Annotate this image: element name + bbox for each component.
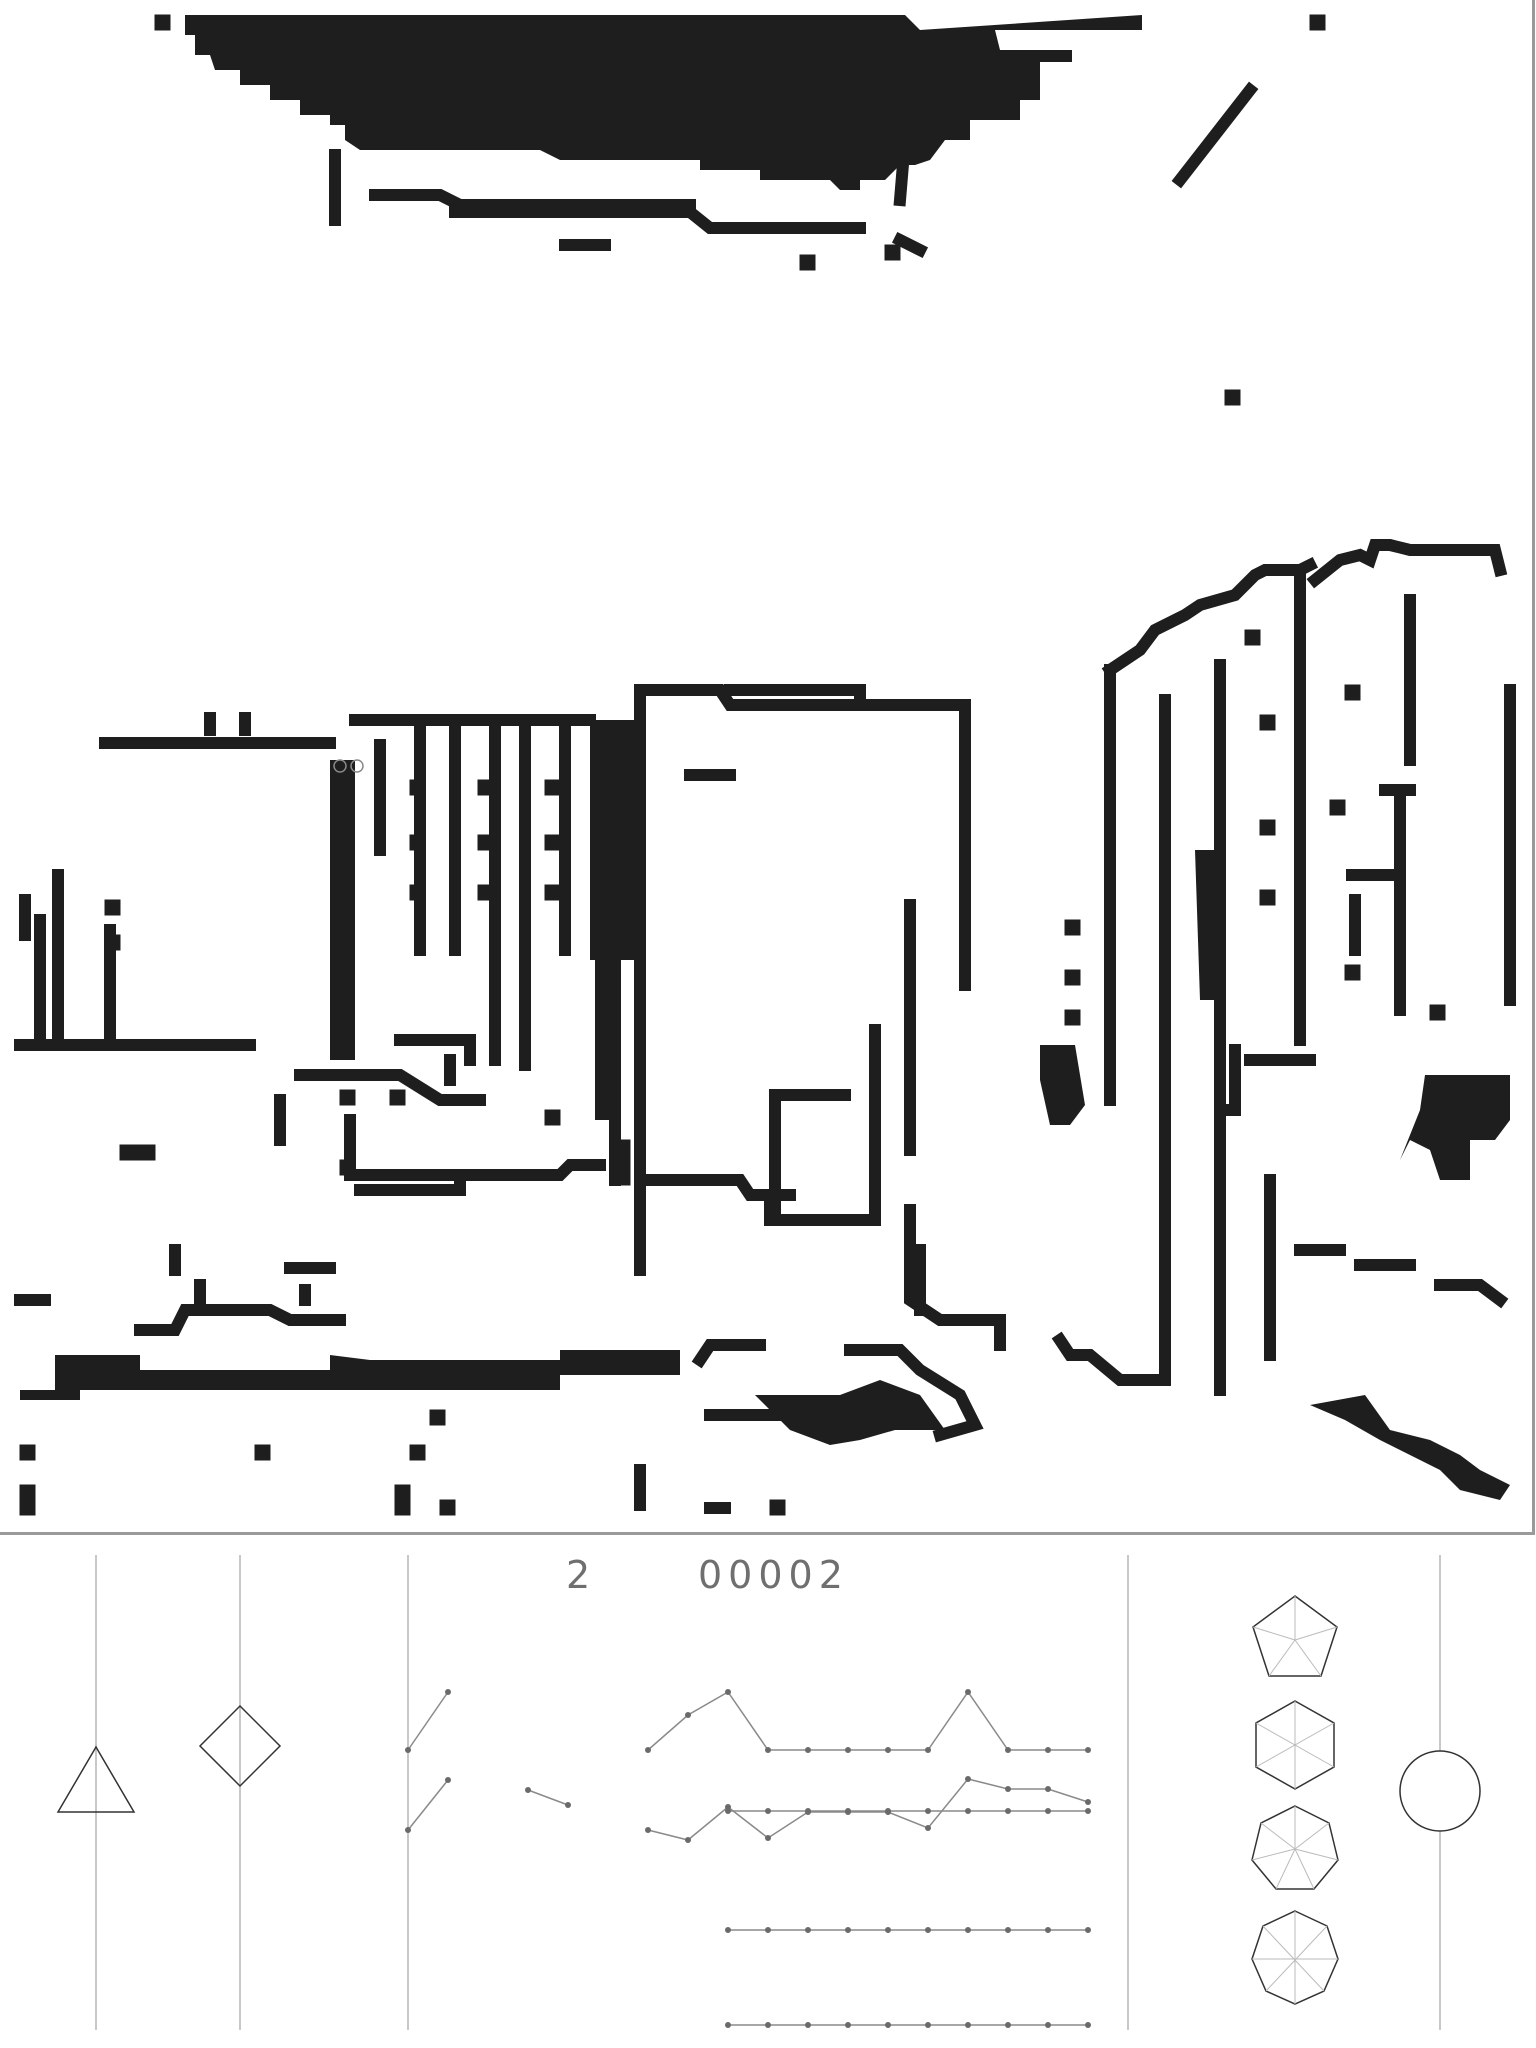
heptagon-icon[interactable] <box>1251 1805 1339 1890</box>
scene-canvas <box>14 14 1516 1516</box>
pixel-dot <box>154 14 171 31</box>
graph-edge <box>407 1779 449 1831</box>
overhead-shape <box>185 15 1142 190</box>
hexagon-icon[interactable] <box>1255 1700 1335 1790</box>
graph-edge <box>527 1789 569 1806</box>
pentagon-icon[interactable] <box>1252 1595 1338 1677</box>
control-graph <box>56 1555 1481 2030</box>
pixel-dot <box>884 244 901 261</box>
graph-edge <box>407 1691 449 1751</box>
pixel-dot <box>1309 14 1326 31</box>
octagon-icon[interactable] <box>1251 1910 1339 2005</box>
pixel-dot <box>799 254 816 271</box>
graph-edge <box>647 1690 1088 1751</box>
circle-icon[interactable] <box>1399 1750 1481 1832</box>
graph-edge <box>647 1778 1089 1841</box>
control-panel: 2 00002 <box>0 1535 1536 2048</box>
scene-viewport[interactable] <box>0 0 1535 1535</box>
pixel-dot <box>1224 389 1241 406</box>
